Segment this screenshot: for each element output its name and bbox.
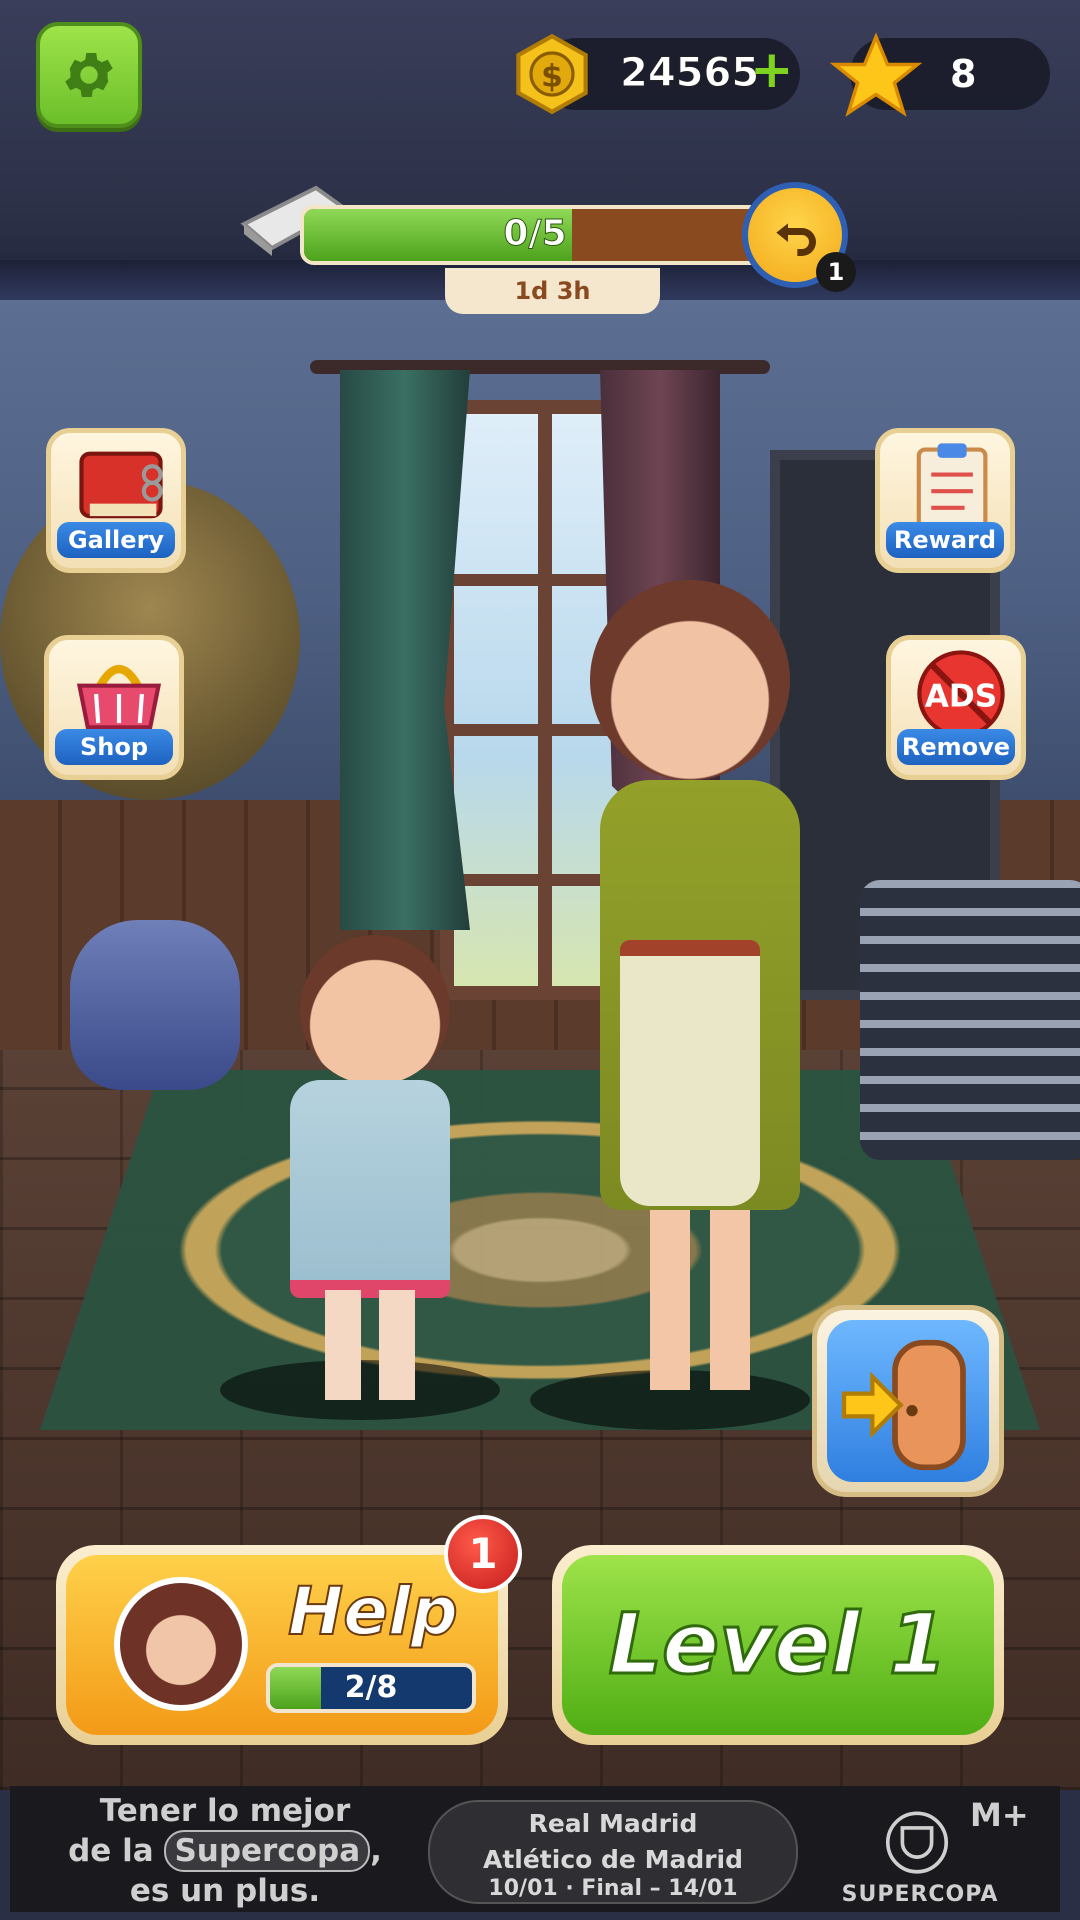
ad-team-2: Atlético de Madrid xyxy=(482,1845,744,1874)
ad-slogan: Tener lo mejor de la Supercopa, es un pl… xyxy=(30,1792,420,1910)
ads-remove-icon: ADS xyxy=(917,650,1005,738)
reward-clipboard-icon xyxy=(916,443,988,531)
trophy-logo-icon xyxy=(885,1811,949,1874)
gallery-button[interactable]: Gallery xyxy=(46,428,186,573)
ad-match-dates: 10/01 · Final – 14/01 xyxy=(488,1876,738,1901)
exit-room-button[interactable] xyxy=(812,1305,1004,1497)
girl-dress xyxy=(290,1080,450,1298)
help-notification-badge: 1 xyxy=(444,1515,522,1593)
girl-legs xyxy=(325,1290,415,1400)
shop-button[interactable]: Shop xyxy=(44,635,184,780)
gallery-book-icon xyxy=(79,451,163,519)
task-timer: 1d 3h xyxy=(445,268,660,314)
ad-team-1: Real Madrid xyxy=(528,1809,698,1838)
help-progress-bar: 2/8 xyxy=(266,1663,476,1713)
mother-apron xyxy=(620,940,760,1206)
ad-channel-mark: M+ xyxy=(970,1796,1029,1834)
ad-line-3: es un plus. xyxy=(129,1873,321,1909)
coin-count: 24565 xyxy=(619,50,760,97)
undo-icon xyxy=(776,223,816,256)
add-coins-button[interactable]: + xyxy=(750,40,794,100)
remove-ads-button[interactable]: ADS Remove xyxy=(886,635,1026,780)
gear-icon xyxy=(65,53,113,97)
settings-button[interactable] xyxy=(36,22,142,128)
ad-line-2-prefix: de la xyxy=(68,1833,154,1869)
ad-brand-name: SUPERCOPA xyxy=(841,1882,999,1907)
undo-count-badge: 1 xyxy=(816,252,856,292)
mother-head xyxy=(590,580,790,780)
ads-logo-text: ADS xyxy=(925,678,998,714)
help-label: Help xyxy=(287,1572,459,1651)
level-label: Level 1 xyxy=(607,1594,949,1695)
exit-door-icon xyxy=(841,1339,966,1471)
striped-sofa xyxy=(860,880,1080,1160)
girl-head xyxy=(300,935,450,1085)
star-count: 8 xyxy=(950,52,977,96)
level-button-face: Level 1 xyxy=(562,1555,994,1735)
exit-button-face xyxy=(827,1320,989,1482)
remove-ads-label: Remove xyxy=(897,729,1015,765)
ad-line-2-suffix: , xyxy=(370,1833,382,1869)
level-play-button[interactable]: Level 1 xyxy=(552,1545,1004,1745)
ad-line-1: Tener lo mejor xyxy=(99,1793,351,1829)
help-progress-text: 2/8 xyxy=(344,1670,398,1705)
ad-supercopa-pill: Supercopa xyxy=(164,1830,371,1872)
helper-avatar xyxy=(114,1577,248,1711)
shop-basket-icon xyxy=(76,664,162,730)
cracked-vase xyxy=(70,920,240,1090)
help-button[interactable]: Help 2/8 xyxy=(56,1545,508,1745)
star-icon xyxy=(830,32,922,117)
task-progress-text: 0/5 xyxy=(503,213,567,255)
ad-line-2: de la Supercopa, xyxy=(30,1830,420,1872)
svg-text:$: $ xyxy=(541,59,563,95)
ad-match-info: Real Madrid Atlético de Madrid 10/01 · F… xyxy=(428,1800,798,1904)
coin-icon: $ xyxy=(516,33,588,115)
mother-legs xyxy=(650,1210,750,1390)
reward-button[interactable]: Reward xyxy=(875,428,1015,573)
task-progress-bar: 0/5 xyxy=(300,205,770,265)
reward-label: Reward xyxy=(886,522,1004,558)
help-button-face: Help 2/8 xyxy=(66,1555,498,1735)
ad-banner[interactable]: Tener lo mejor de la Supercopa, es un pl… xyxy=(10,1786,1060,1912)
shop-label: Shop xyxy=(55,729,173,765)
gallery-label: Gallery xyxy=(57,522,175,558)
